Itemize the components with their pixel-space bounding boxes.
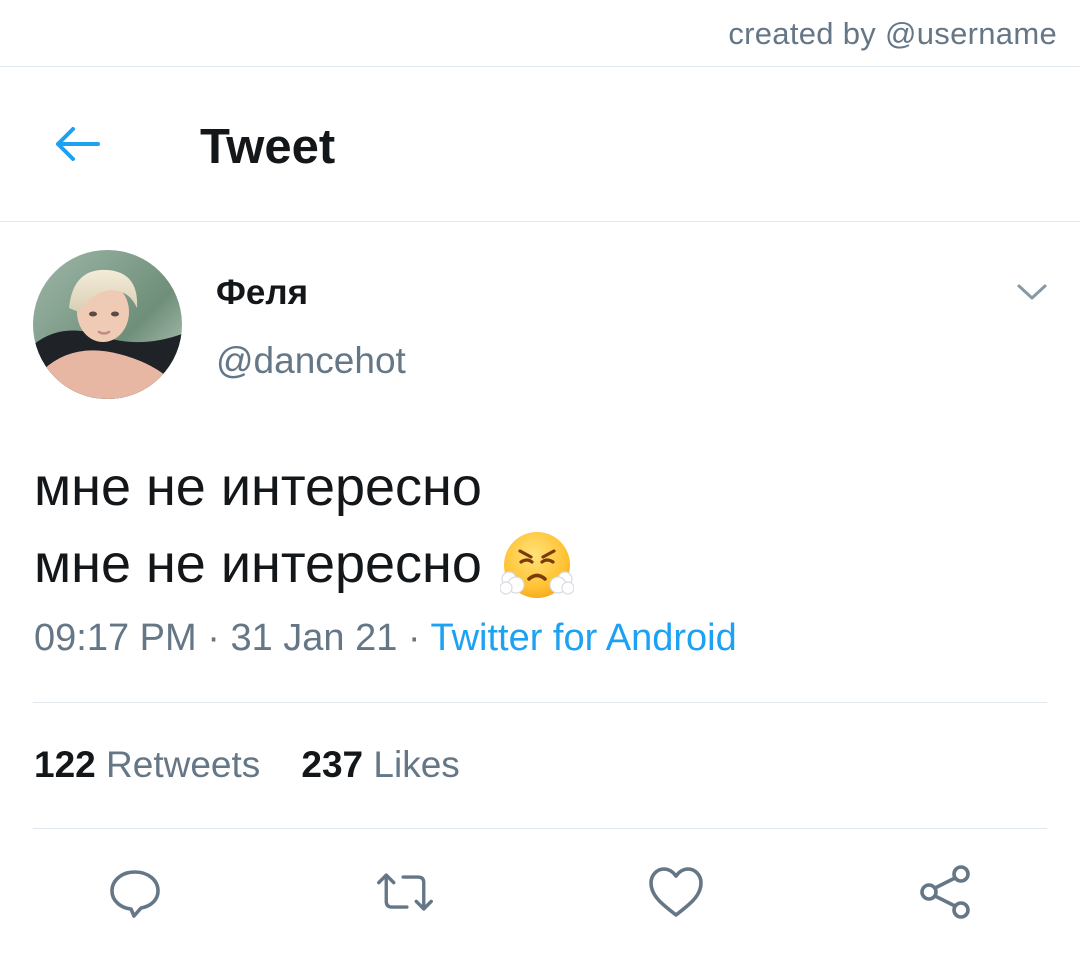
tweet-time: 09:17 PM [34, 617, 197, 659]
share-icon [920, 865, 970, 919]
retweet-button[interactable] [375, 862, 435, 922]
retweet-icon [377, 873, 433, 911]
tweet-body: мне не интересно мне не интересно [34, 449, 574, 603]
chevron-down-icon [1017, 284, 1047, 300]
tweet-line: мне не интересно [34, 457, 482, 517]
avatar[interactable] [33, 250, 182, 399]
author-display-name[interactable]: Феля [216, 273, 308, 313]
retweets-label: Retweets [106, 744, 261, 785]
reply-icon [110, 870, 160, 918]
share-button[interactable] [916, 862, 976, 922]
retweets-count: 122 [34, 744, 96, 785]
face-with-steam-from-nose-emoji-icon [499, 531, 574, 598]
meta-separator: · [196, 617, 231, 659]
tweet-source-link[interactable]: Twitter for Android [430, 617, 736, 659]
likes-label: Likes [373, 744, 460, 785]
credit-bar: created by @username [0, 0, 1080, 67]
arrow-left-icon [56, 127, 100, 161]
heart-icon [649, 867, 703, 917]
tweet-options-button[interactable] [1012, 277, 1052, 307]
tweet-date: 31 Jan 21 [230, 617, 398, 659]
top-header: Tweet [0, 67, 1080, 222]
retweets-stat[interactable]: 122 Retweets [34, 744, 260, 785]
tweet-line-with-emoji: мне не интересно [34, 526, 574, 603]
author-handle[interactable]: @dancehot [216, 340, 406, 382]
back-button[interactable] [44, 119, 110, 169]
tweet-meta: 09:17 PM · 31 Jan 21 · Twitter for Andro… [34, 617, 737, 660]
reply-button[interactable] [105, 862, 165, 922]
tweet-line: мне не интересно [34, 534, 482, 594]
tweet-stats: 122 Retweets 237 Likes [34, 744, 460, 786]
credit-text: created by @username [728, 16, 1057, 51]
likes-stat[interactable]: 237 Likes [301, 744, 459, 785]
avatar-photo [33, 250, 182, 399]
like-button[interactable] [646, 862, 706, 922]
likes-count: 237 [301, 744, 364, 785]
divider [33, 828, 1047, 829]
page-title: Tweet [200, 120, 336, 174]
divider [33, 702, 1047, 703]
tweet-detail-screen: created by @username Tweet Феля @danceho… [0, 0, 1080, 976]
meta-separator: · [397, 617, 431, 659]
